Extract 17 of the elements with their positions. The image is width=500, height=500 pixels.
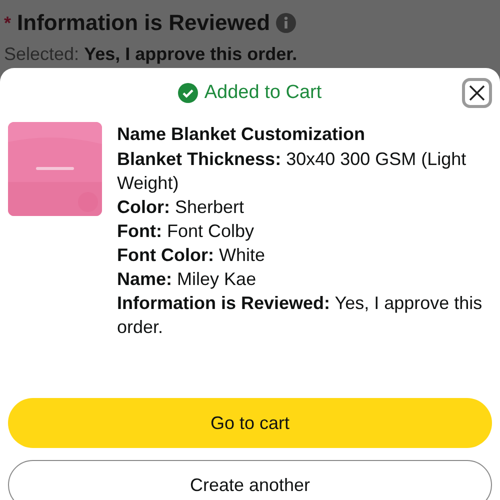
product-option: Font: Font Colby [117,219,487,243]
product-option: Color: Sherbert [117,195,487,219]
check-circle-icon [178,83,198,103]
required-mark: * [4,12,12,34]
info-icon[interactable] [276,13,296,33]
close-icon [468,84,486,102]
product-name: Name Blanket Customization [117,123,366,146]
added-to-cart-status: Added to Cart [204,82,322,104]
go-to-cart-button[interactable]: Go to cart [8,398,492,448]
product-option: Blanket Thickness: 30x40 300 GSM (Light Weight) [117,147,487,195]
field-title: Information is Reviewed [17,10,270,36]
create-another-button[interactable]: Create another [8,460,492,500]
selected-value: Selected: Yes, I approve this order. [4,44,298,65]
product-option: Font Color: White [117,243,487,267]
product-option: Information is Reviewed: Yes, I approve this order. [117,291,487,339]
product-option: Name: Miley Kae [117,267,487,291]
close-button[interactable] [462,78,492,108]
